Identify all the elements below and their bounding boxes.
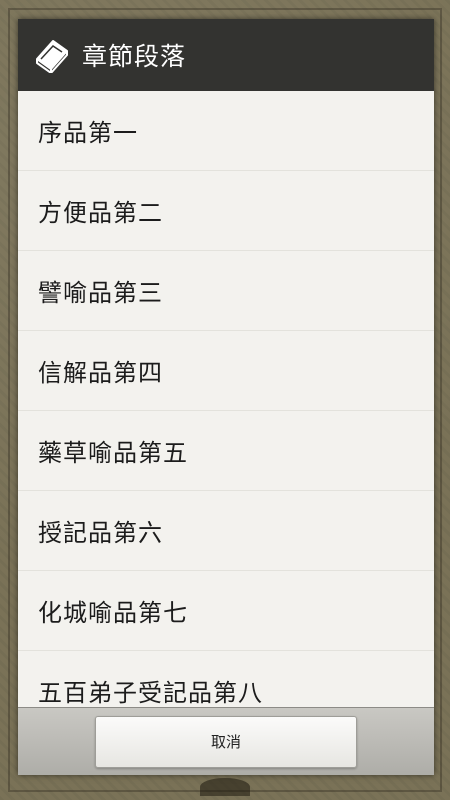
cancel-button[interactable]: 取消 [95, 715, 357, 768]
background-ornament [200, 778, 250, 796]
list-item[interactable]: 授記品第六 [18, 491, 434, 571]
list-item[interactable]: 方便品第二 [18, 171, 434, 251]
list-item[interactable]: 五百弟子受記品第八 [18, 651, 434, 708]
dialog-title: 章節段落 [82, 42, 187, 71]
chapter-dialog: 章節段落 序品第一 方便品第二 譬喻品第三 信解品第四 藥草喻品第五 授記品第六… [18, 19, 434, 775]
dialog-footer: 取消 [18, 707, 434, 775]
list-item[interactable]: 藥草喻品第五 [18, 411, 434, 491]
list-item[interactable]: 化城喻品第七 [18, 571, 434, 651]
list-item[interactable]: 譬喻品第三 [18, 251, 434, 331]
list-item[interactable]: 信解品第四 [18, 331, 434, 411]
book-icon [32, 35, 72, 75]
chapter-list[interactable]: 序品第一 方便品第二 譬喻品第三 信解品第四 藥草喻品第五 授記品第六 化城喻品… [18, 91, 434, 708]
list-item[interactable]: 序品第一 [18, 91, 434, 171]
dialog-header: 章節段落 [18, 19, 434, 91]
